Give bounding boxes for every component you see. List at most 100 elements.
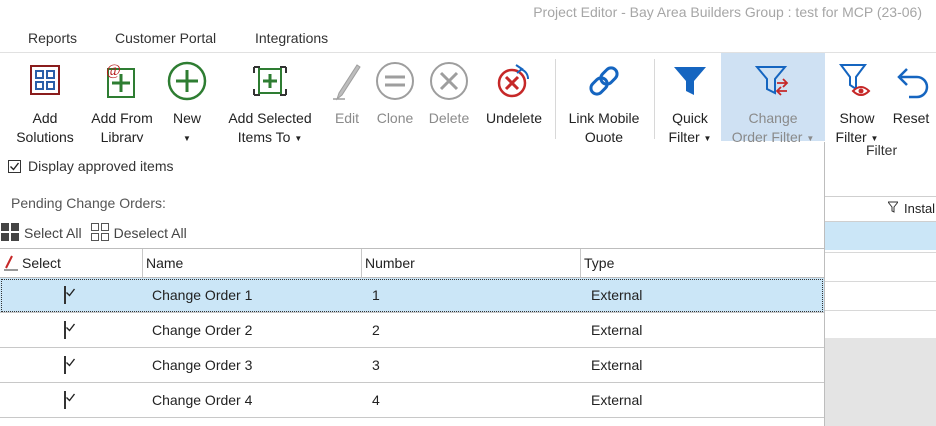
row-type: External (591, 322, 643, 338)
show-filter-button[interactable]: Show Filter ▼ (830, 53, 884, 145)
add-selected-items-icon (224, 53, 316, 109)
edit-label: Edit (334, 110, 360, 126)
display-approved-label: Display approved items (28, 158, 174, 174)
checkmark-icon (66, 323, 76, 332)
row-name: Change Order 3 (152, 357, 253, 373)
row-type: External (591, 392, 643, 408)
add-selected-items-to-button[interactable]: Add Selected Items To ▼ (224, 53, 316, 145)
checkmark-icon (66, 393, 76, 402)
row-name: Change Order 4 (152, 392, 253, 408)
delete-x-icon (424, 53, 474, 109)
add-solutions-button[interactable]: Add Solutions (8, 53, 82, 145)
background-row-divider (824, 310, 936, 311)
undo-arrow-icon (888, 53, 934, 109)
clone-label: Clone (376, 110, 414, 126)
background-column-header[interactable]: Instal (904, 201, 935, 216)
undelete-label: Undelete (485, 110, 543, 126)
link-mobile-quote-label-line1: Link Mobile (568, 110, 640, 126)
solutions-grid-icon (8, 53, 82, 109)
filter-eye-icon (830, 53, 884, 109)
filter-group-label: Filter (866, 142, 898, 158)
row-number: 1 (372, 287, 380, 303)
add-from-library-label-line1: Add From (91, 110, 153, 126)
delete-button[interactable]: Delete (424, 53, 474, 141)
checkmark-icon (66, 358, 76, 367)
reset-button[interactable]: Reset (888, 53, 934, 141)
tab-reports[interactable]: Reports (28, 30, 77, 46)
chain-link-icon (562, 53, 646, 109)
table-row[interactable]: Change Order 1 1 External (0, 278, 824, 313)
row-name: Change Order 1 (152, 287, 253, 303)
new-label: New (172, 110, 201, 126)
show-filter-label-line1: Show (839, 110, 875, 126)
add-from-library-button[interactable]: @ Add From Library (86, 53, 158, 145)
change-order-filter-label-line1: Change (748, 110, 798, 126)
row-number: 2 (372, 322, 380, 338)
select-all-button[interactable]: Select All (24, 225, 82, 241)
table-row[interactable]: Change Order 4 4 External (0, 383, 824, 418)
background-empty-area (824, 338, 936, 426)
reset-label: Reset (892, 110, 930, 126)
column-divider[interactable] (361, 249, 362, 277)
undelete-button[interactable]: Undelete (482, 53, 546, 141)
edit-button[interactable]: Edit (326, 53, 368, 141)
window-title: Project Editor - Bay Area Builders Group… (533, 4, 922, 20)
ribbon-tabs: Reports Customer Portal Integrations (0, 28, 936, 52)
pending-change-orders-label: Pending Change Orders: (11, 195, 166, 211)
tab-customer-portal[interactable]: Customer Portal (115, 30, 216, 46)
background-row-divider (824, 252, 936, 253)
select-all-icon (0, 222, 20, 245)
clone-icon (372, 53, 418, 109)
column-header-select[interactable]: Select (22, 255, 61, 271)
add-selected-items-label-line1: Add Selected (228, 110, 312, 126)
display-approved-checkbox[interactable] (8, 159, 21, 173)
deselect-all-button[interactable]: Deselect All (114, 225, 187, 241)
row-type: External (591, 357, 643, 373)
filter-small-icon[interactable] (886, 201, 900, 216)
change-orders-grid: Select Name Number Type Change Order 1 1… (0, 248, 824, 418)
plus-circle-icon (162, 53, 212, 109)
undelete-icon (482, 53, 546, 109)
background-grid-header: Instal (824, 196, 936, 222)
row-type: External (591, 287, 643, 303)
column-header-number[interactable]: Number (365, 255, 415, 271)
change-order-filter-icon (721, 53, 825, 109)
delete-label: Delete (428, 110, 470, 126)
ribbon-separator (555, 59, 556, 139)
row-number: 3 (372, 357, 380, 373)
table-row[interactable]: Change Order 2 2 External (0, 313, 824, 348)
display-approved-items-row[interactable]: Display approved items (8, 158, 174, 174)
funnel-icon (660, 53, 720, 109)
pencil-icon (326, 53, 368, 109)
ribbon-toolbar: Add Solutions @ Add From Library New ▼ A… (0, 52, 936, 145)
checkmark-icon (66, 288, 76, 297)
ribbon-separator (654, 59, 655, 139)
column-header-name[interactable]: Name (146, 255, 183, 271)
change-order-filter-button[interactable]: Change Order Filter ▼ (721, 53, 825, 145)
row-number: 4 (372, 392, 380, 408)
new-button[interactable]: New ▼ (162, 53, 212, 143)
deselect-all-icon (90, 222, 110, 245)
add-solutions-label-line1: Add (32, 110, 58, 126)
checkmark-icon (10, 162, 20, 171)
row-select-checkbox[interactable] (64, 391, 76, 409)
column-header-type[interactable]: Type (584, 255, 614, 271)
svg-text:@: @ (106, 62, 121, 79)
tab-integrations[interactable]: Integrations (255, 30, 328, 46)
title-bar: Project Editor - Bay Area Builders Group… (0, 0, 936, 26)
row-name: Change Order 2 (152, 322, 253, 338)
quick-filter-button[interactable]: Quick Filter ▼ (660, 53, 720, 145)
row-select-checkbox[interactable] (64, 321, 76, 339)
column-divider[interactable] (142, 249, 143, 277)
selection-toolbar: Select All Deselect All (0, 222, 187, 244)
row-select-checkbox[interactable] (64, 286, 76, 304)
table-row[interactable]: Change Order 3 3 External (0, 348, 824, 383)
background-row-divider (824, 281, 936, 282)
link-mobile-quote-button[interactable]: Link Mobile Quote (562, 53, 646, 145)
row-select-checkbox[interactable] (64, 356, 76, 374)
column-divider[interactable] (580, 249, 581, 277)
quick-filter-label-line1: Quick (672, 110, 708, 126)
library-add-icon: @ (86, 53, 158, 109)
background-selected-row (824, 222, 936, 250)
clone-button[interactable]: Clone (372, 53, 418, 141)
